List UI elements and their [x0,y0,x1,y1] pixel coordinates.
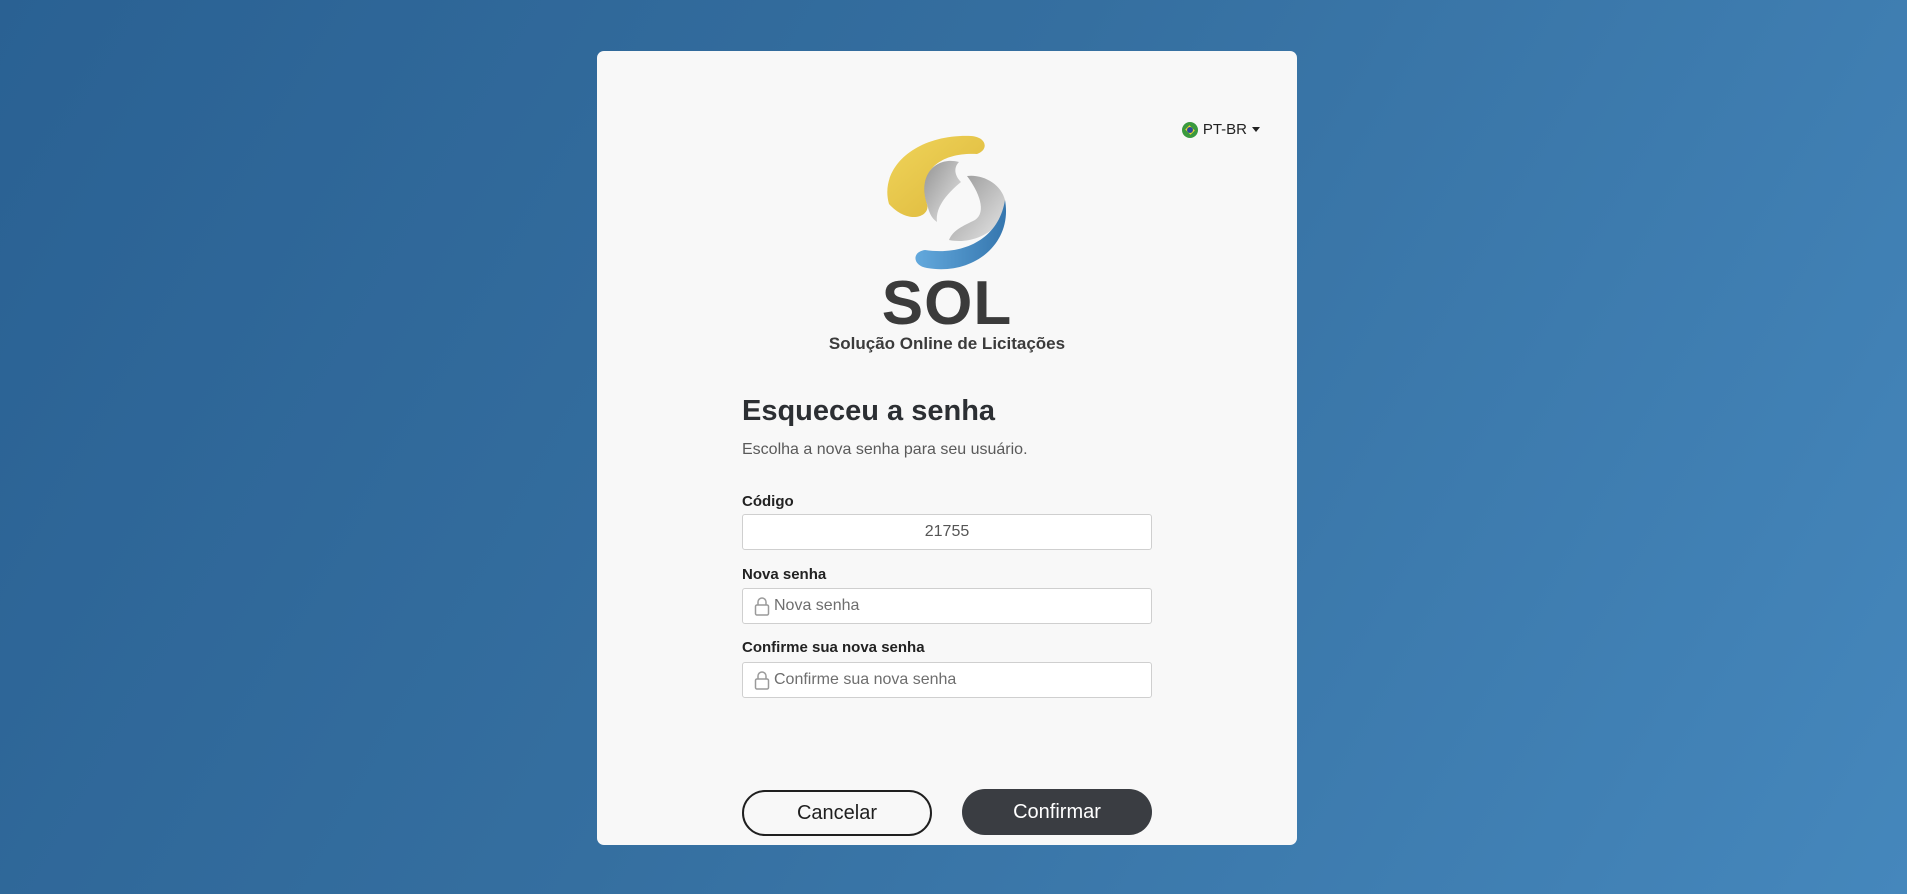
new-password-field-box [742,588,1152,624]
confirm-button[interactable]: Confirmar [962,789,1152,835]
sol-logo [887,135,1007,270]
brand-name: SOL [881,269,1013,338]
confirm-password-label: Confirme sua nova senha [742,639,925,656]
confirm-password-input[interactable] [774,663,1151,697]
brand-tagline: Solução Online de Licitações [828,334,1066,353]
brazil-flag-icon [1181,121,1198,138]
confirm-password-field-box [742,662,1152,698]
language-selector[interactable]: PT-BR [1181,121,1260,138]
lock-icon [754,671,770,690]
page-title: Esqueceu a senha [742,395,996,427]
code-label: Código [742,493,794,510]
chevron-down-icon [1252,127,1260,132]
new-password-input[interactable] [774,589,1151,623]
new-password-label: Nova senha [742,566,827,583]
reset-password-form: Esqueceu a senha Escolha a nova senha pa… [742,393,1152,836]
code-field-box [742,514,1152,550]
cancel-button[interactable]: Cancelar [742,790,932,836]
page-subtitle: Escolha a nova senha para seu usuário. [742,441,1028,458]
code-input[interactable] [743,515,1151,549]
language-label: PT-BR [1202,121,1247,138]
reset-password-card: PT-BR SOL Solução Online de Licitações E… [597,51,1297,845]
lock-icon [754,597,770,616]
